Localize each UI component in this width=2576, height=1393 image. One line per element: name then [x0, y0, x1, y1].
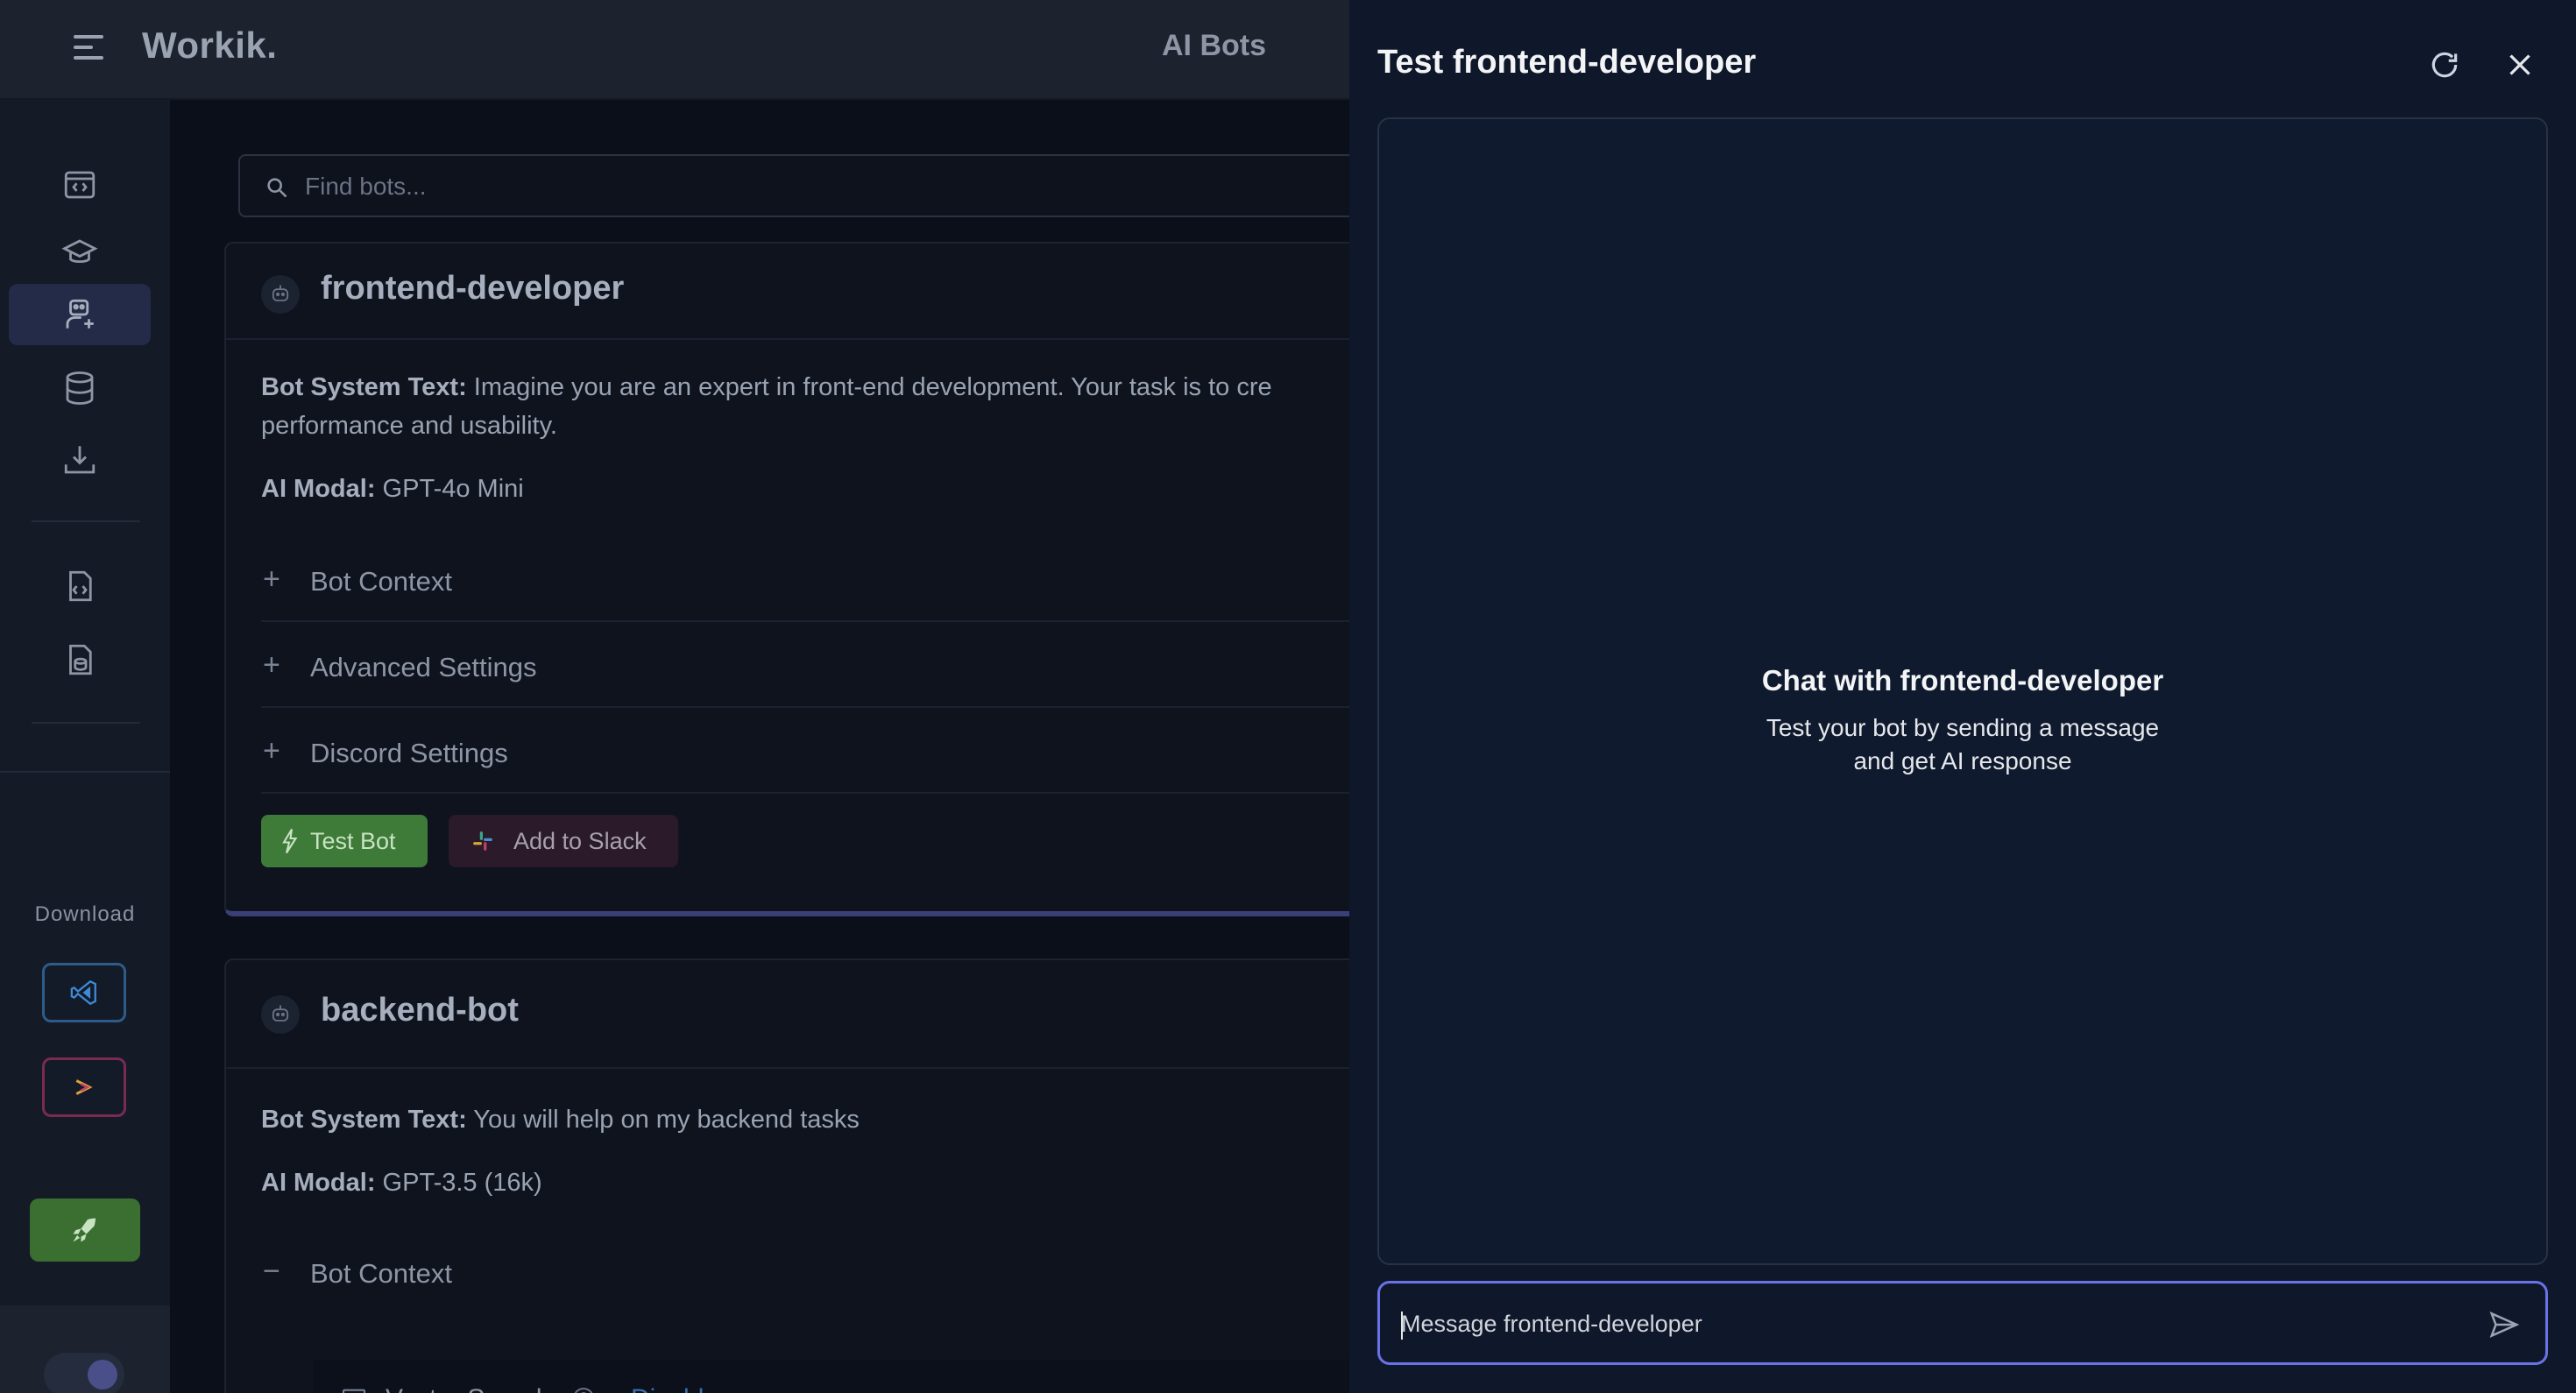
bot-avatar-icon	[261, 275, 300, 314]
graduation-cap-icon	[61, 239, 98, 264]
vector-search-row: Vector Search ? : Disable	[314, 1360, 1349, 1393]
model-value: GPT-3.5 (16k)	[375, 1169, 542, 1197]
refresh-button[interactable]	[2425, 46, 2464, 84]
code-window-icon	[64, 171, 96, 199]
section-label: Bot Context	[310, 566, 452, 597]
plus-icon: +	[263, 562, 280, 596]
sidebar-divider	[32, 722, 140, 724]
upgrade-rocket-button[interactable]	[30, 1199, 140, 1262]
close-icon	[2509, 54, 2530, 75]
bot-model: AI Modal: GPT-3.5 (16k)	[261, 1163, 1349, 1202]
sidebar-divider	[32, 520, 140, 522]
empty-state-title: Chat with frontend-developer	[1761, 664, 2164, 696]
sidebar-item-download[interactable]	[9, 429, 151, 491]
chat-messages-area: Chat with frontend-developer Test your b…	[1377, 117, 2548, 1265]
send-button[interactable]	[2484, 1305, 2524, 1345]
bot-card-header: backend-bot	[226, 960, 1349, 1069]
minus-icon: −	[263, 1255, 280, 1288]
sidebar-item-learn[interactable]	[9, 223, 151, 284]
bot-system-text-continued: performance and usability.	[261, 412, 557, 440]
vscode-icon	[70, 979, 96, 1006]
disable-vector-search-link[interactable]: Disable	[631, 1384, 718, 1393]
add-to-slack-label: Add to Slack	[513, 827, 647, 854]
system-text-label: Bot System Text:	[261, 373, 467, 401]
top-bar: Workik. AI Bots	[0, 0, 1349, 100]
model-label: AI Modal:	[261, 475, 376, 503]
bot-name: backend-bot	[321, 992, 519, 1029]
file-db-icon	[69, 644, 92, 675]
test-bot-label: Test Bot	[310, 827, 396, 854]
slack-icon	[473, 831, 492, 851]
jetbrains-download-button[interactable]	[42, 1057, 126, 1117]
jetbrains-icon	[75, 1079, 93, 1095]
sidebar-item-database[interactable]	[9, 357, 151, 419]
download-tray-icon	[64, 446, 96, 474]
page-title: AI Bots	[1162, 29, 1266, 62]
test-bot-button[interactable]: Test Bot	[261, 815, 428, 867]
section-label: Advanced Settings	[310, 652, 537, 682]
refresh-icon	[2431, 52, 2458, 78]
search-icon	[267, 178, 287, 198]
bot-context-toggle[interactable]: + Bot Context	[261, 536, 1349, 622]
lightning-icon	[282, 828, 298, 854]
model-value: GPT-4o Mini	[375, 475, 524, 503]
send-icon	[2489, 1311, 2520, 1339]
close-button[interactable]	[2501, 46, 2539, 84]
bot-card-header: frontend-developer	[226, 244, 1349, 340]
plus-icon: +	[263, 734, 280, 767]
model-label: AI Modal:	[261, 1169, 376, 1197]
sidebar-item-code-file[interactable]	[9, 555, 151, 617]
bot-name: frontend-developer	[321, 270, 625, 307]
download-label: Download	[34, 902, 136, 926]
bot-search-field[interactable]	[238, 154, 1349, 217]
add-to-slack-button[interactable]: Add to Slack	[449, 815, 678, 867]
message-input[interactable]	[1401, 1301, 2452, 1347]
bot-system-text: Bot System Text: Imagine you are an expe…	[261, 368, 1349, 407]
panel-title: Test frontend-developer	[1377, 44, 1757, 81]
sidebar-item-file-db[interactable]	[9, 629, 151, 690]
brand-logo[interactable]: Workik.	[142, 25, 277, 67]
rocket-icon	[73, 1218, 96, 1242]
separator: :	[606, 1384, 613, 1393]
code-file-icon	[69, 570, 92, 602]
bot-card: backend-bot Bot System Text: You will he…	[224, 958, 1349, 1393]
database-icon	[66, 371, 94, 405]
section-label: Bot Context	[310, 1258, 452, 1289]
moon-icon	[88, 1360, 117, 1389]
theme-toggle[interactable]	[44, 1353, 124, 1393]
sidebar-item-code[interactable]	[9, 154, 151, 216]
system-text-label: Bot System Text:	[261, 1106, 467, 1134]
vscode-download-button[interactable]	[42, 963, 126, 1022]
discord-settings-toggle[interactable]: + Discord Settings	[261, 708, 1349, 794]
search-input[interactable]	[305, 168, 1006, 205]
bot-model: AI Modal: GPT-4o Mini	[261, 470, 1349, 508]
vector-search-label: Vector Search	[386, 1384, 550, 1393]
bot-user-icon	[66, 299, 94, 329]
message-composer[interactable]	[1377, 1281, 2548, 1365]
bot-system-text: Bot System Text: You will help on my bac…	[261, 1100, 1349, 1139]
system-text-value: Imagine you are an expert in front-end d…	[466, 373, 1272, 401]
help-icon[interactable]: ?	[573, 1388, 594, 1393]
monitor-icon	[342, 1389, 366, 1393]
advanced-settings-toggle[interactable]: + Advanced Settings	[261, 622, 1349, 708]
system-text-value: You will help on my backend tasks	[466, 1106, 860, 1134]
section-label: Discord Settings	[310, 738, 508, 768]
main-content: frontend-developer Bot System Text: Imag…	[170, 100, 1349, 1393]
test-bot-panel: Test frontend-developer Chat with fronte…	[1349, 0, 2576, 1393]
sidebar-item-bots[interactable]	[9, 284, 151, 345]
bot-card: frontend-developer Bot System Text: Imag…	[224, 242, 1349, 916]
plus-icon: +	[263, 648, 280, 682]
hamburger-menu-icon[interactable]	[70, 32, 109, 63]
empty-state-subtitle: Test your bot by sending a message and g…	[1766, 714, 2160, 774]
bot-context-toggle[interactable]: − Bot Context	[261, 1228, 1349, 1307]
bot-avatar-icon	[261, 995, 300, 1034]
